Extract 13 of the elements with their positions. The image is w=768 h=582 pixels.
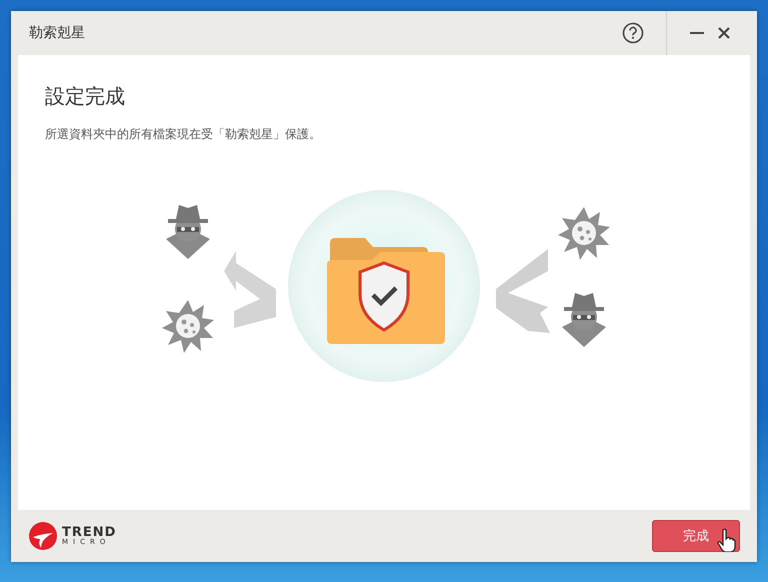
logo-wordmark: TREND — [62, 526, 116, 539]
logo-icon — [28, 521, 58, 551]
hand-cursor-icon — [717, 528, 737, 552]
status-message: 所選資料夾中的所有檔案現在受「勒索剋星」保護。 — [45, 126, 322, 143]
spy-icon — [562, 293, 606, 347]
finish-button[interactable]: 完成 — [652, 520, 740, 552]
help-icon[interactable] — [622, 22, 644, 44]
virus-icon — [162, 300, 214, 353]
close-icon[interactable] — [717, 26, 731, 40]
virus-icon — [558, 207, 610, 260]
spy-icon — [166, 205, 210, 259]
window-title: 勒索剋星 — [29, 24, 85, 42]
page-heading: 設定完成 — [45, 83, 126, 110]
